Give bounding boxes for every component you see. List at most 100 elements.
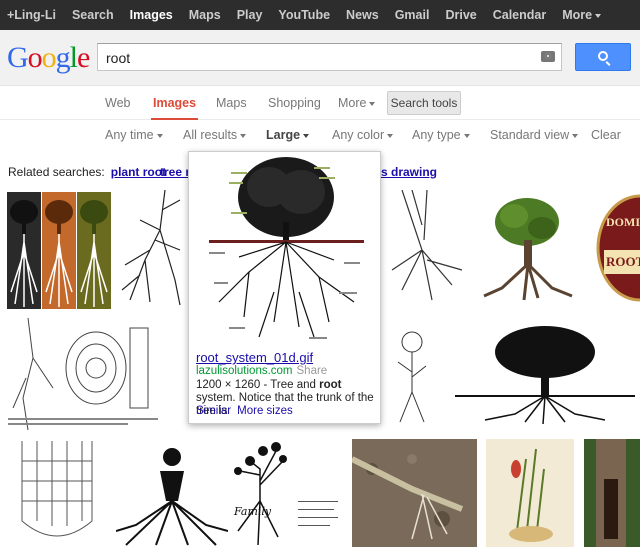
root-beer-label-image: DOMIN ROOT B: [596, 194, 640, 302]
root-on-ground-photo: [352, 439, 477, 547]
filter-size-label: Large: [266, 128, 301, 142]
chevron-down-icon: [240, 133, 247, 138]
preview-site: lazulisolutions.com Share: [196, 365, 327, 377]
family-tree-roots-image: Family: [233, 442, 338, 546]
related-link[interactable]: tree r: [160, 165, 190, 179]
top-navigation-bar: +Ling-Li Search Images Maps Play YouTube…: [0, 0, 640, 30]
tab-images[interactable]: Images: [150, 96, 199, 120]
chevron-down-icon: [387, 133, 394, 138]
share-link[interactable]: Share: [297, 365, 328, 377]
filter-color[interactable]: Any color: [332, 128, 394, 142]
google-logo[interactable]: Google: [7, 41, 90, 75]
nav-more-label: More: [562, 8, 593, 22]
tree-with-roots-image: [483, 198, 573, 301]
chevron-down-icon: [463, 133, 470, 138]
logo-letter: o: [41, 41, 57, 74]
filter-time-label: Any time: [105, 128, 154, 142]
image-thumbnail[interactable]: [382, 190, 464, 308]
logo-letter: g: [55, 41, 71, 74]
family-text: Family: [233, 505, 272, 518]
chevron-down-icon: [156, 133, 163, 138]
filter-clear[interactable]: Clear: [591, 128, 621, 142]
similar-link[interactable]: Similar: [196, 405, 231, 417]
root-sketch-image: [121, 190, 181, 306]
filter-view[interactable]: Standard view: [490, 128, 579, 142]
image-thumbnail[interactable]: [455, 322, 635, 426]
image-preview-popup[interactable]: root_system_01d.gif lazulisolutions.com S…: [188, 151, 381, 424]
plant-roots-sketch-image: [391, 190, 463, 301]
search-icon: [598, 51, 608, 61]
chevron-down-icon: [572, 133, 579, 138]
nav-images[interactable]: Images: [122, 8, 181, 22]
filter-results-label: All results: [183, 128, 238, 142]
search-query: root: [106, 50, 131, 66]
image-thumbnail[interactable]: [486, 439, 574, 547]
tree-roots-triptych-image: [7, 192, 111, 309]
filter-results[interactable]: All results: [183, 128, 247, 142]
user-link[interactable]: +Ling-Li: [0, 8, 64, 22]
preview-site-url[interactable]: lazulisolutions.com: [196, 365, 293, 377]
tree-silhouette-image: [455, 326, 635, 425]
search-input[interactable]: root: [97, 43, 562, 71]
nav-calendar[interactable]: Calendar: [485, 8, 555, 22]
tab-more[interactable]: More: [338, 96, 376, 110]
search-button[interactable]: [575, 43, 631, 71]
tab-web[interactable]: Web: [105, 96, 130, 110]
image-thumbnail[interactable]: [7, 192, 111, 309]
image-thumbnail[interactable]: [584, 439, 640, 547]
root-text: ROOT B: [606, 254, 640, 269]
image-thumbnail[interactable]: [390, 322, 436, 428]
image-thumbnail[interactable]: [352, 439, 477, 547]
search-tools-button[interactable]: Search tools: [387, 91, 461, 115]
more-sizes-link[interactable]: More sizes: [237, 405, 293, 417]
logo-letter: G: [7, 41, 29, 74]
camera-icon[interactable]: [541, 51, 555, 62]
related-label: Related searches:: [8, 165, 105, 179]
filter-type[interactable]: Any type: [412, 128, 470, 142]
nav-maps[interactable]: Maps: [181, 8, 229, 22]
nav-news[interactable]: News: [338, 8, 387, 22]
root-cell-diagram-image: [21, 441, 93, 537]
image-thumbnail[interactable]: [120, 190, 188, 308]
child-silhouette-roots-image: [116, 448, 228, 546]
tree-root-system-image: [209, 157, 364, 339]
tab-more-label: More: [338, 96, 367, 110]
filter-time[interactable]: Any time: [105, 128, 163, 142]
filter-size[interactable]: Large: [266, 128, 310, 142]
nav-drive[interactable]: Drive: [437, 8, 484, 22]
related-link[interactable]: plant root: [111, 165, 166, 179]
preview-links: Similar More sizes: [196, 405, 299, 417]
logo-letter: e: [77, 41, 90, 74]
dominion-text: DOMIN: [606, 215, 640, 229]
filter-view-label: Standard view: [490, 128, 570, 142]
image-thumbnail[interactable]: [116, 441, 228, 547]
image-thumbnail[interactable]: Family: [228, 441, 344, 547]
image-thumbnail[interactable]: [472, 192, 584, 308]
nav-more[interactable]: More: [554, 8, 609, 22]
desc-before: 1200 × 1260 - Tree and: [196, 379, 320, 391]
search-header: Google root: [0, 30, 640, 86]
desc-bold: root: [319, 379, 342, 391]
nav-gmail[interactable]: Gmail: [387, 8, 438, 22]
related-link[interactable]: s drawing: [381, 165, 437, 179]
image-thumbnail[interactable]: DOMIN ROOT B: [596, 192, 640, 304]
tab-shopping[interactable]: Shopping: [268, 96, 321, 110]
image-thumbnail[interactable]: [8, 318, 160, 432]
filter-bar: Any time All results Large Any color Any…: [0, 120, 640, 150]
nav-search[interactable]: Search: [64, 8, 122, 22]
image-thumbnail[interactable]: [12, 441, 102, 547]
logo-letter: l: [69, 41, 78, 74]
chevron-down-icon: [303, 133, 310, 138]
flower-roots-image: [397, 331, 427, 423]
nav-youtube[interactable]: YouTube: [270, 8, 338, 22]
chevron-down-icon: [369, 101, 376, 106]
logo-letter: o: [27, 41, 43, 74]
tab-maps[interactable]: Maps: [216, 96, 247, 110]
filter-color-label: Any color: [332, 128, 385, 142]
search-tabs: Web Images Maps Shopping More: [0, 86, 640, 120]
tree-roots-photo: [584, 439, 640, 547]
nav-play[interactable]: Play: [229, 8, 271, 22]
botanical-root-diagram-image: [8, 318, 158, 431]
preview-title-link[interactable]: root_system_01d.gif: [196, 350, 313, 365]
related-searches: Related searches: plant root: [8, 165, 166, 179]
